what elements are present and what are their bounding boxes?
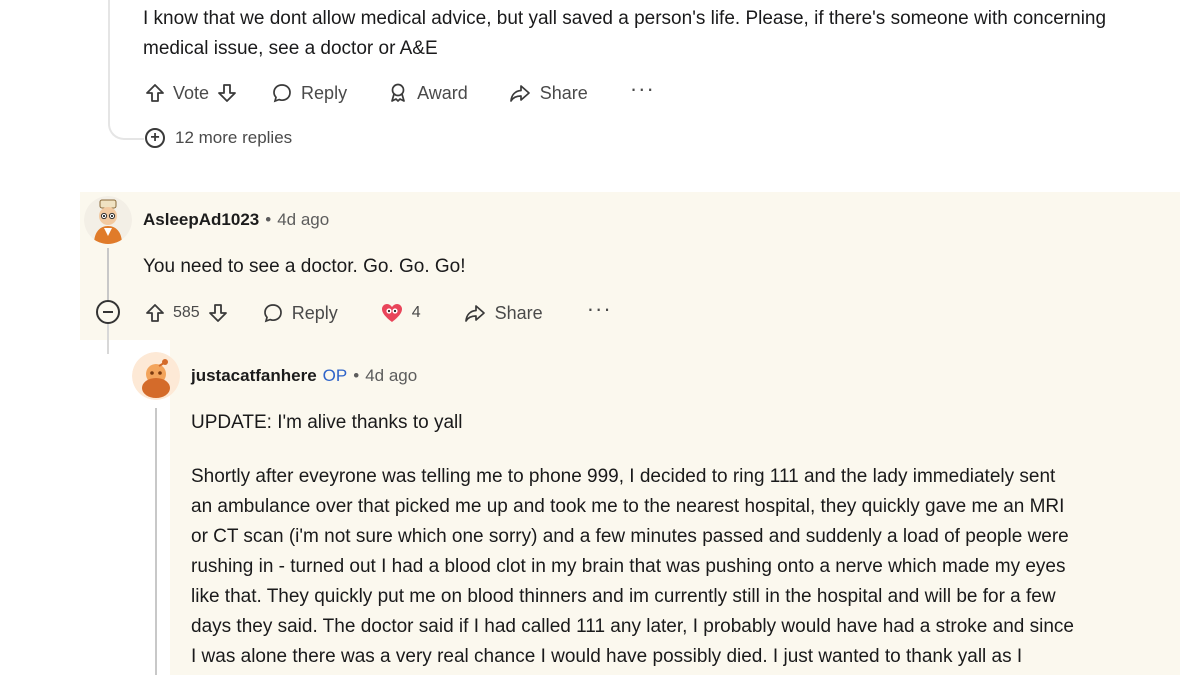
upvote-icon[interactable] bbox=[145, 83, 165, 103]
more-replies-label: 12 more replies bbox=[175, 128, 293, 147]
share-label: Share bbox=[539, 82, 588, 103]
award-icon bbox=[387, 82, 409, 104]
comment-bubble-icon bbox=[262, 302, 284, 324]
comment-paragraph: Shortly after eveyrone was telling me to… bbox=[191, 462, 1176, 672]
username-link[interactable]: AsleepAd1023 bbox=[143, 210, 259, 230]
thread-line bbox=[107, 248, 109, 300]
comment-line: an ambulance over that picked me up and … bbox=[191, 496, 1065, 517]
comment-line: rushing in - turned out I had a blood cl… bbox=[191, 556, 1066, 577]
comment-paragraph: UPDATE: I'm alive thanks to yall bbox=[191, 412, 463, 433]
comment-line: like that. They quickly put me on blood … bbox=[191, 586, 1056, 607]
heart-award-icon bbox=[380, 302, 404, 324]
comment-action-bar: 585 Reply 4 Share ··· bbox=[145, 298, 612, 328]
vote-control: 585 bbox=[145, 303, 228, 323]
reply-label: Reply bbox=[291, 302, 338, 323]
thread-line bbox=[155, 408, 157, 675]
share-label: Share bbox=[494, 302, 543, 323]
award-count: 4 bbox=[411, 304, 421, 321]
award-button[interactable]: 4 bbox=[380, 302, 421, 324]
thread-line-curve bbox=[108, 100, 144, 140]
comment-action-bar: Vote Reply Award Share ··· bbox=[145, 78, 655, 108]
comment-line: Shortly after eveyrone was telling me to… bbox=[191, 466, 1056, 487]
meta-separator: • bbox=[353, 366, 360, 385]
comment-line: or CT scan (i'm not sure which one sorry… bbox=[191, 526, 1069, 547]
vote-label: Vote bbox=[173, 82, 210, 103]
collapse-thread-button[interactable] bbox=[96, 300, 120, 324]
downvote-icon[interactable] bbox=[208, 303, 228, 323]
comment-header: AsleepAd1023 • 4d ago bbox=[143, 210, 329, 230]
avatar[interactable] bbox=[132, 352, 180, 400]
share-icon bbox=[463, 302, 487, 324]
reply-label: Reply bbox=[301, 82, 348, 103]
timestamp[interactable]: 4d ago bbox=[365, 366, 417, 386]
share-button[interactable]: Share bbox=[508, 82, 588, 104]
award-button[interactable]: Award bbox=[387, 82, 468, 104]
thread-line bbox=[107, 324, 109, 354]
comment-body: I know that we dont allow medical advice… bbox=[143, 8, 1107, 59]
comment-header: justacatfanhere OP • 4d ago bbox=[191, 366, 417, 386]
vote-score: 585 bbox=[173, 304, 200, 321]
share-icon bbox=[508, 82, 532, 104]
vote-control: Vote bbox=[145, 83, 237, 104]
comment-line: I was alone there was a very real chance… bbox=[191, 646, 1023, 667]
more-options-icon[interactable]: ··· bbox=[630, 78, 655, 100]
comment-line: days they said. The doctor said if I had… bbox=[191, 616, 1074, 637]
op-badge: OP bbox=[322, 366, 348, 385]
reply-button[interactable]: Reply bbox=[262, 302, 338, 324]
award-label: Award bbox=[417, 82, 468, 103]
timestamp[interactable]: 4d ago bbox=[277, 210, 329, 230]
more-replies-button[interactable]: + 12 more replies bbox=[145, 128, 292, 148]
expand-plus-icon: + bbox=[145, 128, 165, 148]
avatar[interactable] bbox=[84, 196, 132, 244]
comment-bubble-icon bbox=[271, 82, 293, 104]
downvote-icon[interactable] bbox=[217, 83, 237, 103]
reply-button[interactable]: Reply bbox=[271, 82, 347, 104]
username-link[interactable]: justacatfanhere bbox=[191, 366, 317, 386]
upvote-icon[interactable] bbox=[145, 303, 165, 323]
share-button[interactable]: Share bbox=[463, 302, 543, 324]
minus-icon bbox=[103, 311, 113, 313]
comment-body: You need to see a doctor. Go. Go. Go! bbox=[143, 256, 466, 277]
meta-separator: • bbox=[265, 210, 272, 229]
more-options-icon[interactable]: ··· bbox=[587, 298, 612, 320]
